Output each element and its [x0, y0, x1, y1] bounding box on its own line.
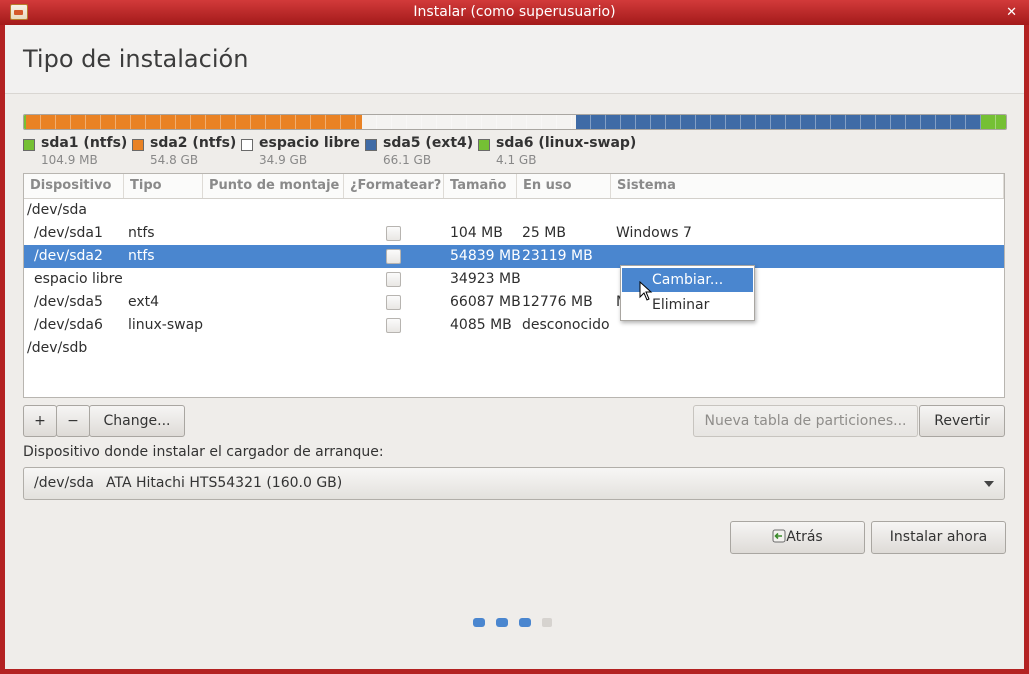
page-title: Tipo de instalación [23, 45, 249, 73]
legend-size: 4.1 GB [496, 153, 537, 167]
partition-bar-segment [575, 115, 982, 129]
cell-device: /dev/sda2 [34, 248, 103, 264]
cell-size: 104 MB [450, 225, 503, 241]
legend-size: 54.8 GB [150, 153, 199, 167]
table-header: Dispositivo Tipo Punto de montaje ¿Formatea… [24, 174, 1004, 199]
legend-size: 34.9 GB [259, 153, 308, 167]
legend-label: sda6 (linux-swap) [496, 135, 637, 151]
page-header: Tipo de instalación [5, 25, 1024, 94]
progress-dot [473, 618, 485, 627]
table-row[interactable]: espacio libre 34923 MB [24, 268, 1004, 291]
cell-type: ntfs [128, 225, 155, 241]
format-checkbox[interactable] [386, 295, 401, 310]
table-row[interactable]: /dev/sdb [24, 337, 1004, 360]
close-icon[interactable]: ✕ [1006, 0, 1017, 25]
partition-table[interactable]: Dispositivo Tipo Punto de montaje ¿Formatea… [23, 173, 1005, 398]
revert-button[interactable]: Revertir [919, 405, 1005, 437]
table-row[interactable]: /dev/sda2 ntfs 54839 MB 23119 MB [24, 245, 1004, 268]
cell-device: espacio libre [34, 271, 123, 287]
cell-device: /dev/sdb [27, 340, 88, 356]
format-checkbox[interactable] [386, 249, 401, 264]
column-header[interactable]: Tamaño [444, 174, 517, 198]
cell-used: desconocido [522, 317, 610, 333]
window-title: Instalar (como superusuario) [413, 4, 616, 20]
cell-used: 25 MB [522, 225, 566, 241]
format-checkbox[interactable] [386, 226, 401, 241]
format-checkbox[interactable] [386, 272, 401, 287]
cell-used: 12776 MB [522, 294, 593, 310]
cell-device: /dev/sda1 [34, 225, 103, 241]
cell-system: Windows 7 [616, 225, 692, 241]
legend-swatch [478, 139, 490, 151]
mouse-pointer-icon [639, 281, 653, 301]
column-header[interactable]: Dispositivo [24, 174, 124, 198]
cell-type: linux-swap [128, 317, 204, 333]
legend-size: 66.1 GB [383, 153, 432, 167]
column-header[interactable]: Punto de montaje [203, 174, 344, 198]
cell-device: /dev/sda6 [34, 317, 103, 333]
bootloader-label: Dispositivo donde instalar el cargador d… [23, 444, 384, 460]
remove-partition-button[interactable]: − [56, 405, 90, 437]
progress-dot [496, 618, 508, 627]
legend-swatch [241, 139, 253, 151]
back-arrow-icon [772, 529, 786, 543]
column-header[interactable]: Sistema [611, 174, 1004, 198]
cell-type: ntfs [128, 248, 155, 264]
bootloader-device-select[interactable]: /dev/sda ATA Hitachi HTS54321 (160.0 GB) [23, 467, 1005, 500]
legend-size: 104.9 MB [41, 153, 98, 167]
cell-size: 4085 MB [450, 317, 512, 333]
main-content: Tipo de instalación sda1 (ntfs) 104.9 MB s… [5, 25, 1024, 669]
cell-size: 54839 MB [450, 248, 521, 264]
column-header[interactable]: Tipo [124, 174, 203, 198]
legend-label: sda5 (ext4) [383, 135, 474, 151]
new-partition-table-button[interactable]: Nueva tabla de particiones... [693, 405, 918, 437]
legend-swatch [132, 139, 144, 151]
cell-device: /dev/sda [27, 202, 87, 218]
partition-bar-segment [361, 115, 576, 129]
installer-app-icon [10, 4, 28, 20]
bootloader-device-name: ATA Hitachi HTS54321 (160.0 GB) [106, 475, 343, 491]
legend-label: sda1 (ntfs) [41, 135, 128, 151]
progress-dot [542, 618, 552, 627]
partition-bar-segment [25, 115, 362, 129]
back-button-label: Atrás [786, 529, 823, 545]
back-button[interactable]: Atrás [730, 521, 865, 554]
table-row[interactable]: /dev/sda6 linux-swap 4085 MB desconocido [24, 314, 1004, 337]
chevron-down-icon [984, 481, 994, 487]
installer-window: Instalar (como superusuario) ✕ Tipo de i… [0, 0, 1029, 674]
cell-used: 23119 MB [522, 248, 593, 264]
table-row[interactable]: /dev/sda5ext466087 MB12776 MBM [24, 291, 1004, 314]
legend-swatch [23, 139, 35, 151]
cell-type: ext4 [128, 294, 160, 310]
table-row[interactable]: /dev/sda1 ntfs 104 MB 25 MB Windows 7 [24, 222, 1004, 245]
legend-label: espacio libre [259, 135, 360, 151]
table-row[interactable]: /dev/sda [24, 199, 1004, 222]
column-header[interactable]: En uso [517, 174, 611, 198]
partition-bar-segment [981, 115, 1006, 129]
add-partition-button[interactable]: + [23, 405, 57, 437]
bootloader-device: /dev/sda [34, 475, 94, 491]
title-bar: Instalar (como superusuario) ✕ [0, 0, 1029, 25]
install-now-button[interactable]: Instalar ahora [871, 521, 1006, 554]
cell-device: /dev/sda5 [34, 294, 103, 310]
partition-usage-bar [23, 114, 1007, 130]
progress-dot [519, 618, 531, 627]
legend-label: sda2 (ntfs) [150, 135, 237, 151]
change-partition-button[interactable]: Change... [89, 405, 185, 437]
legend-swatch [365, 139, 377, 151]
cell-size: 66087 MB [450, 294, 521, 310]
cell-size: 34923 MB [450, 271, 521, 287]
column-header[interactable]: ¿Formatear? [344, 174, 444, 198]
format-checkbox[interactable] [386, 318, 401, 333]
